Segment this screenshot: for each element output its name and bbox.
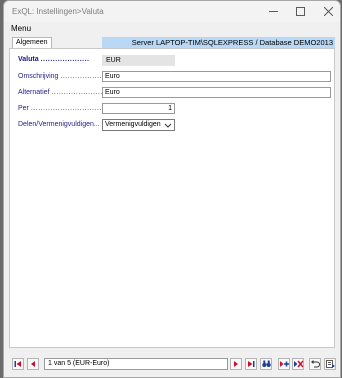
server-info-banner: Server LAPTOP-TIM\SQLEXPRESS / Database … xyxy=(102,37,335,48)
valuta-label-dots: .................... xyxy=(40,56,90,63)
previous-record-button[interactable] xyxy=(27,358,39,370)
maximize-icon xyxy=(295,7,305,16)
record-navigator: 1 van 5 (EUR-Euro) xyxy=(4,350,340,377)
omschrijving-field[interactable]: Euro xyxy=(102,71,331,82)
per-label-dots: ................................. xyxy=(30,105,112,112)
first-record-icon xyxy=(14,361,21,367)
undo-icon xyxy=(310,360,320,368)
delete-record-button[interactable] xyxy=(292,358,304,370)
per-field[interactable]: 1 xyxy=(102,103,175,114)
menu-bar: Menu xyxy=(4,22,340,36)
per-label-text: Per xyxy=(18,105,29,112)
form-panel: Valuta .................... EUR Omschrij… xyxy=(9,48,335,348)
alternatief-label-dots: ...................... xyxy=(51,89,106,96)
tab-strip: Algemeen Server LAPTOP-TIM\SQLEXPRESS / … xyxy=(9,37,335,48)
tab-algemeen[interactable]: Algemeen xyxy=(12,37,52,48)
close-button[interactable] xyxy=(315,3,340,20)
binoculars-icon xyxy=(261,360,271,367)
alternatief-label-text: Alternatief xyxy=(18,89,50,96)
find-button[interactable] xyxy=(260,358,272,370)
menu-item-menu[interactable]: Menu xyxy=(11,24,31,33)
insert-record-button[interactable] xyxy=(278,358,290,370)
insert-record-icon xyxy=(279,361,289,367)
delen-select-value: Vermenigvuldigen xyxy=(105,121,161,128)
save-record-button[interactable] xyxy=(324,358,336,370)
last-record-button[interactable] xyxy=(245,358,257,370)
valuta-label-text: Valuta xyxy=(18,56,39,63)
close-icon xyxy=(323,7,333,16)
alternatief-field[interactable]: Euro xyxy=(102,87,331,98)
valuta-label: Valuta .................... xyxy=(18,56,89,63)
first-record-button[interactable] xyxy=(12,358,24,370)
last-record-icon xyxy=(248,361,255,367)
delen-label: Delen/Vermenigvuldigen... xyxy=(18,121,100,128)
minimize-button[interactable] xyxy=(260,3,286,20)
undo-button[interactable] xyxy=(309,358,321,370)
app-window: ExQL: Instellingen>Valuta Menu Algemeen … xyxy=(3,0,341,378)
valuta-field: EUR xyxy=(102,55,175,66)
omschrijving-label: Omschrijving ................. xyxy=(18,73,102,80)
next-record-button[interactable] xyxy=(230,358,242,370)
delen-select[interactable]: Vermenigvuldigen xyxy=(102,119,175,131)
delete-record-icon xyxy=(293,360,303,368)
next-record-icon xyxy=(234,361,238,367)
per-label: Per ................................. xyxy=(18,105,112,112)
maximize-button[interactable] xyxy=(287,3,313,20)
title-bar: ExQL: Instellingen>Valuta xyxy=(4,1,340,22)
previous-record-icon xyxy=(31,361,35,367)
record-position-field: 1 van 5 (EUR-Euro) xyxy=(44,358,228,370)
omschrijving-label-text: Omschrijving xyxy=(18,73,59,80)
chevron-down-icon xyxy=(164,123,172,128)
minimize-icon xyxy=(268,11,278,12)
omschrijving-label-dots: ................. xyxy=(60,73,102,80)
window-title: ExQL: Instellingen>Valuta xyxy=(12,7,104,16)
alternatief-label: Alternatief ...................... xyxy=(18,89,105,96)
save-record-icon xyxy=(325,360,335,368)
